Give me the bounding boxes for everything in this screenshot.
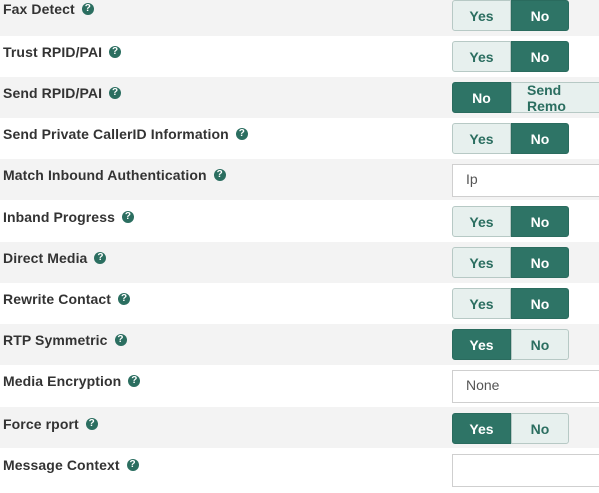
trust-rpid-pai-yes-button[interactable]: Yes [452,41,511,72]
rewrite-contact-yes-button[interactable]: Yes [452,288,511,319]
row-inband-progress: Inband Progress ? Yes No [0,201,599,242]
force-rport-toggle: Yes No [452,413,569,444]
trust-rpid-pai-no-button[interactable]: No [511,41,569,72]
fax-detect-no-button[interactable]: No [511,0,569,31]
send-private-callerid-label: Send Private CallerID Information ? [3,126,248,142]
question-circle-icon[interactable]: ? [85,418,98,430]
send-private-callerid-no-button[interactable]: No [511,123,569,154]
question-circle-icon[interactable]: ? [81,3,94,15]
row-media-encryption: Media Encryption ? None [0,365,599,406]
inband-progress-no-button[interactable]: No [511,206,569,237]
send-rpid-pai-send-remote-button[interactable]: Send Remo [511,82,599,114]
trust-rpid-pai-label: Trust RPID/PAI ? [3,44,122,60]
send-private-callerid-toggle: Yes No [452,123,569,154]
message-context-input[interactable] [452,454,599,487]
send-private-callerid-yes-button[interactable]: Yes [452,123,511,154]
row-rewrite-contact: Rewrite Contact ? Yes No [0,283,599,324]
row-rtp-symmetric: RTP Symmetric ? Yes No [0,324,599,365]
inband-progress-yes-button[interactable]: Yes [452,206,511,237]
media-encryption-label: Media Encryption ? [3,373,141,389]
question-circle-icon[interactable]: ? [213,169,226,181]
force-rport-no-button[interactable]: No [511,413,569,444]
question-circle-icon[interactable]: ? [126,459,139,471]
rewrite-contact-label: Rewrite Contact ? [3,291,131,307]
fax-detect-label: Fax Detect ? [3,1,94,17]
question-circle-icon[interactable]: ? [118,293,131,305]
send-rpid-pai-no-button[interactable]: No [452,82,511,113]
force-rport-label: Force rport ? [3,416,98,432]
row-message-context: Message Context ? [0,449,599,490]
row-force-rport: Force rport ? Yes No [0,407,599,448]
question-circle-icon[interactable]: ? [128,375,141,387]
row-direct-media: Direct Media ? Yes No [0,242,599,283]
fax-detect-yes-button[interactable]: Yes [452,0,511,31]
rewrite-contact-no-button[interactable]: No [511,288,569,319]
media-encryption-select[interactable]: None [452,370,599,403]
match-inbound-auth-select[interactable]: Ip [452,164,599,197]
settings-form: Fax Detect ? Yes No Trust RPID/PAI ? Yes… [0,0,599,493]
question-circle-icon[interactable]: ? [235,128,248,140]
question-circle-icon[interactable]: ? [94,252,107,264]
question-circle-icon[interactable]: ? [121,211,134,223]
rtp-symmetric-yes-button[interactable]: Yes [452,329,511,360]
rewrite-contact-toggle: Yes No [452,288,569,319]
row-send-rpid-pai: Send RPID/PAI ? No Send Remo [0,77,599,118]
row-send-private-callerid: Send Private CallerID Information ? Yes … [0,118,599,159]
rtp-symmetric-no-button[interactable]: No [511,329,569,360]
row-fax-detect: Fax Detect ? Yes No [0,0,599,36]
rtp-symmetric-label: RTP Symmetric ? [3,332,127,348]
match-inbound-auth-label: Match Inbound Authentication ? [3,167,226,183]
force-rport-yes-button[interactable]: Yes [452,413,511,444]
send-rpid-pai-toggle: No Send Remo [452,82,599,114]
question-circle-icon[interactable]: ? [114,334,127,346]
fax-detect-toggle: Yes No [452,0,569,31]
message-context-label: Message Context ? [3,457,139,473]
question-circle-icon[interactable]: ? [109,46,122,58]
direct-media-no-button[interactable]: No [511,247,569,278]
rtp-symmetric-toggle: Yes No [452,329,569,360]
row-match-inbound-auth: Match Inbound Authentication ? Ip [0,159,599,200]
direct-media-toggle: Yes No [452,247,569,278]
inband-progress-label: Inband Progress ? [3,209,134,225]
trust-rpid-pai-toggle: Yes No [452,41,569,72]
direct-media-yes-button[interactable]: Yes [452,247,511,278]
send-rpid-pai-label: Send RPID/PAI ? [3,85,122,101]
direct-media-label: Direct Media ? [3,250,107,266]
row-trust-rpid-pai: Trust RPID/PAI ? Yes No [0,36,599,77]
question-circle-icon[interactable]: ? [109,87,122,99]
inband-progress-toggle: Yes No [452,206,569,237]
